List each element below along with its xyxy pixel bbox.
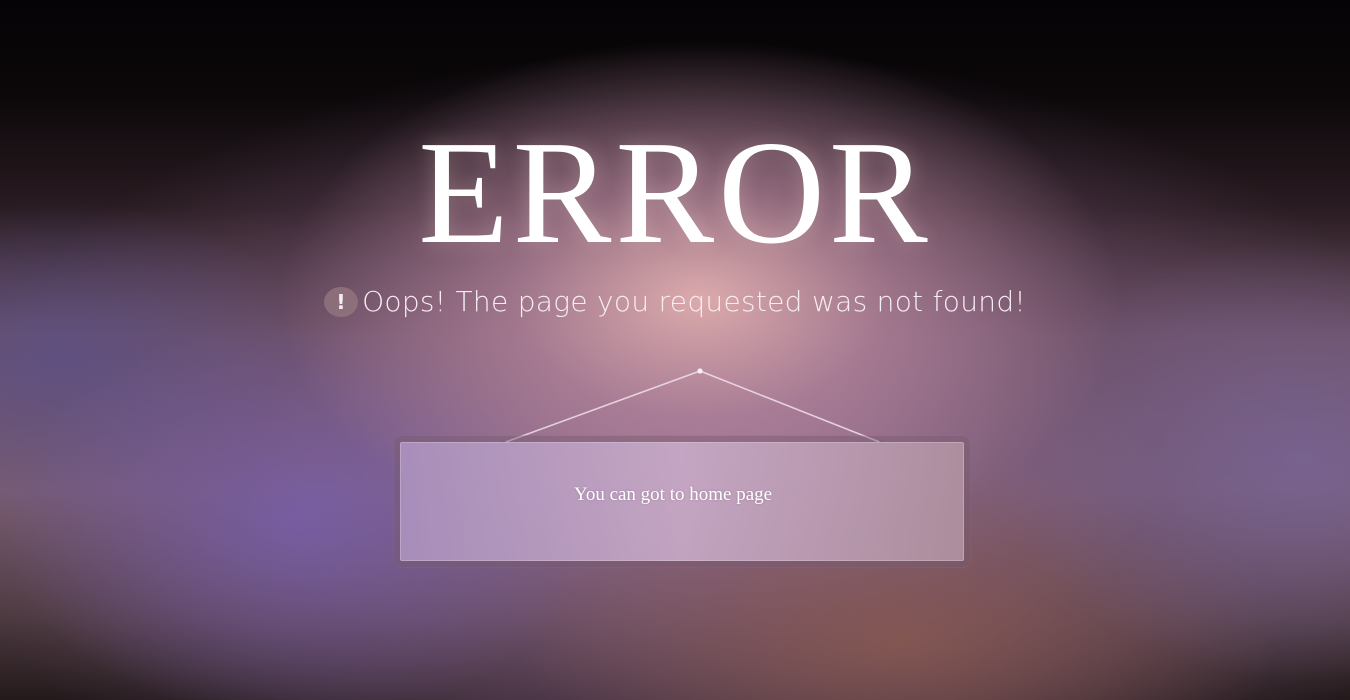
home-sign: You can got to home page xyxy=(394,436,970,567)
page-background xyxy=(0,0,1350,700)
home-page-link[interactable]: You can got to home page xyxy=(574,484,772,506)
alert-circle-icon: ! xyxy=(324,287,359,317)
error-title: ERROR xyxy=(418,111,932,275)
error-message-text: Oops! The page you requested was not fou… xyxy=(362,285,1026,318)
home-sign-panel: You can got to home page xyxy=(400,442,964,561)
error-message: ! Oops! The page you requested was not f… xyxy=(0,280,1350,322)
